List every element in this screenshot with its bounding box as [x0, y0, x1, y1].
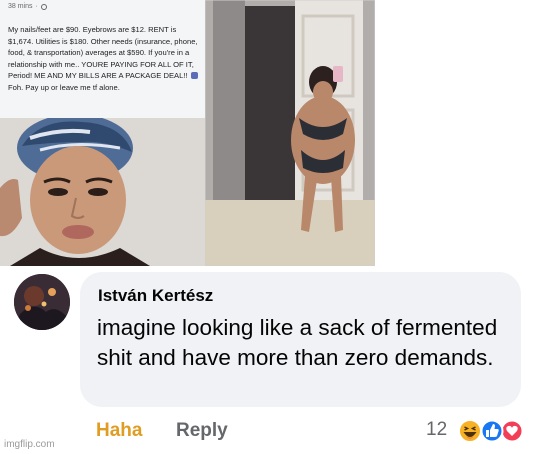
commenter-avatar[interactable]: [14, 274, 70, 330]
comment-author[interactable]: István Kertész: [98, 286, 213, 306]
comment-bubble: István Kertész imagine looking like a sa…: [80, 272, 521, 407]
post-timestamp: 38 mins: [8, 3, 33, 10]
mirror-illustration: [205, 0, 375, 266]
reply-link[interactable]: Reply: [176, 420, 228, 442]
imgflip-watermark: imgflip.com: [4, 439, 55, 450]
haha-icon: [458, 419, 482, 443]
avatar-image: [14, 274, 70, 330]
post-text-area: 38 mins · My nails/feet are $90. Eyebrow…: [0, 0, 205, 118]
post-meta: 38 mins ·: [8, 3, 47, 10]
selfie-illustration: [0, 118, 205, 266]
love-icon: [500, 419, 524, 443]
reaction-count[interactable]: 12: [426, 419, 447, 441]
post-body: My nails/feet are $90. Eyebrows are $12.…: [8, 24, 202, 93]
selfie-photo: [0, 118, 205, 266]
haha-reaction-link[interactable]: Haha: [96, 420, 142, 442]
globe-icon: [40, 3, 47, 10]
post-body-text: My nails/feet are $90. Eyebrows are $12.…: [8, 25, 198, 80]
reaction-icons[interactable]: [456, 418, 524, 444]
mirror-photo: [205, 0, 375, 266]
post-body-tail: Foh. Pay up or leave me tf alone.: [8, 82, 120, 92]
embedded-post-screenshot: 38 mins · My nails/feet are $90. Eyebrow…: [0, 0, 375, 266]
fist-emoji-icon: [190, 72, 198, 79]
like-icon: [480, 419, 504, 443]
comment-text: imagine looking like a sack of fermented…: [97, 315, 498, 370]
